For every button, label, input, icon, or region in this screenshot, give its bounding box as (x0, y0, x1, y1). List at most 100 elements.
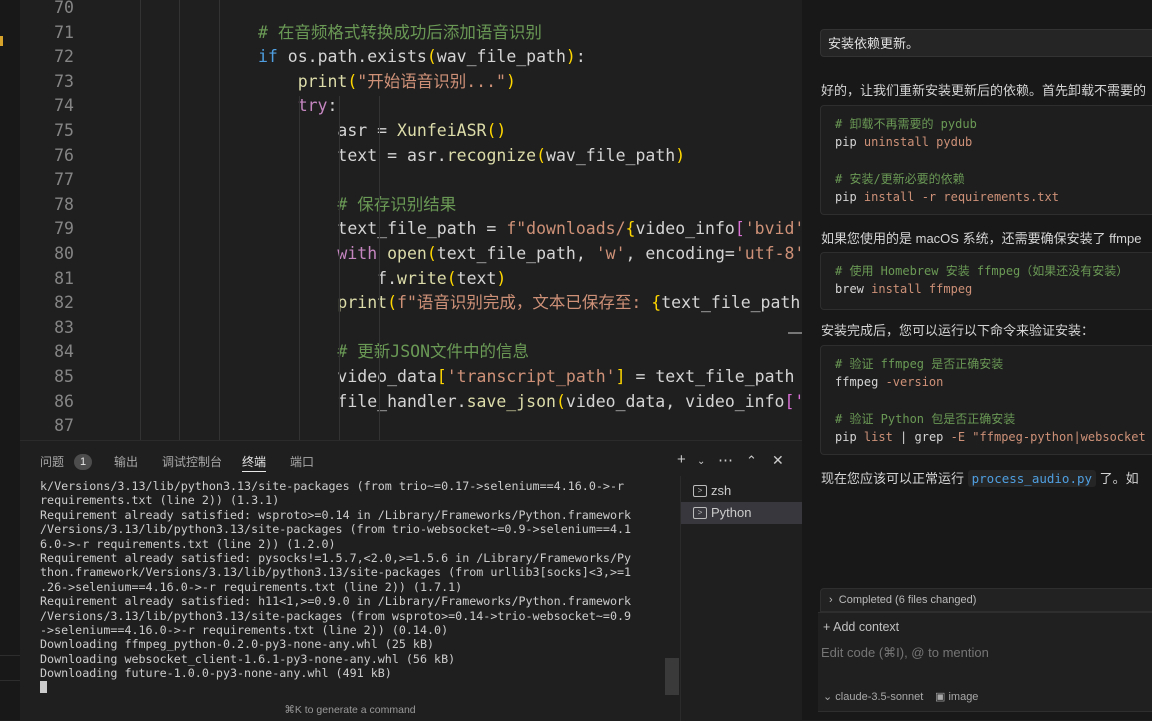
chevron-down-icon[interactable]: ⌄ (697, 456, 705, 467)
terminal-icon: > (693, 485, 707, 497)
panel-tab[interactable]: 终端 (242, 453, 266, 470)
code-token: 'bvid' (744, 219, 802, 239)
code-token: video_info (635, 219, 735, 239)
assistant-text: 安装完成后，您可以运行以下命令来验证安装： (821, 323, 1095, 338)
code-token: pip (835, 190, 864, 205)
code-token: # 验证 ffmpeg 是否正确安装 (835, 357, 1004, 371)
terminal-line: 6.0->-r requirements.txt (line 2)) (1.2.… (40, 536, 336, 551)
active-tab-indicator (242, 471, 266, 472)
code-block-line: # 使用 Homebrew 安装 ffmpeg（如果还没有安装） (835, 262, 1145, 280)
terminal-line: thon.framework/Versions/3.13/lib/python3… (40, 565, 632, 580)
code-token: ( (387, 293, 398, 313)
plus-icon[interactable]: + (677, 451, 686, 468)
scrollbar-marker[interactable] (788, 332, 802, 334)
code-token: pip (835, 135, 864, 150)
chevron-up-icon[interactable]: ⌃ (746, 453, 757, 469)
line-number: 82 (54, 293, 74, 313)
code-token: ( (446, 268, 457, 288)
line-number: 70 (54, 0, 74, 17)
divider (0, 655, 20, 656)
code-token: ) (675, 145, 686, 165)
code-token: { (625, 219, 636, 239)
pane-divider[interactable] (802, 0, 818, 720)
line-number: 83 (54, 317, 74, 337)
assistant-text-part: 现在您应该可以正常运行 (821, 471, 968, 486)
close-icon[interactable]: ✕ (772, 452, 784, 469)
code-token: if (257, 47, 278, 67)
code-token: # 使用 Homebrew 安装 ffmpeg（如果还没有安装） (835, 264, 1129, 278)
code-token: # 更新JSON文件中的信息 (337, 342, 530, 362)
image-icon: ▣ (935, 691, 946, 703)
panel-tab[interactable]: 调试控制台 (162, 453, 222, 470)
user-message[interactable]: 安装依赖更新。 (820, 29, 1152, 57)
code-token: f"语音识别完成，文本已保存至: (397, 293, 652, 313)
ellipsis-icon[interactable]: ⋯ (718, 451, 733, 469)
terminal-icon: > (693, 507, 707, 519)
terminal-label: Python (711, 505, 752, 520)
terminal-output[interactable]: k/Versions/3.13/lib/python3.13/site-pack… (40, 479, 670, 699)
code-token: list (863, 430, 893, 445)
line-number: 79 (54, 219, 74, 239)
indent-guide (379, 96, 380, 440)
line-number: 77 (54, 170, 74, 190)
code-block-line: brew install ffmpeg (835, 280, 1145, 298)
code-token: install -r requirements.txt (863, 190, 1059, 205)
terminal-line: /Versions/3.13/lib/python3.13/site-packa… (40, 522, 632, 537)
code-editor[interactable]: 70 71 # 在音频格式转换成功后添加语音识别 72 if os.path.exi… (20, 0, 802, 440)
code-token: wav_file_path (546, 145, 676, 165)
code-block-line (835, 392, 1145, 410)
chevron-right-icon: › (829, 594, 833, 606)
panel-tab[interactable]: 输出 (114, 453, 138, 470)
terminal-scrollbar[interactable] (665, 658, 679, 695)
line-number: 80 (54, 244, 74, 263)
code-token: print (297, 71, 348, 91)
chat-input[interactable] (821, 645, 1141, 660)
code-token: ) (496, 268, 507, 288)
indent-guide (140, 0, 141, 440)
code-block[interactable]: # 使用 Homebrew 安装 ffmpeg（如果还没有安装） brew ins… (820, 252, 1152, 310)
code-token: | (892, 430, 915, 445)
code-token: -E "ffmpeg-python|websocket (943, 430, 1146, 445)
terminal-line: Downloading future-1.0.0-py3-none-any.wh… (40, 666, 392, 681)
terminal-line: Requirement already satisfied: pysocks!=… (40, 551, 632, 566)
code-token: file_handler. (337, 391, 467, 411)
code-token: ( (536, 145, 547, 165)
image-label: image (948, 691, 979, 703)
line-number: 85 (54, 367, 74, 386)
code-token: with (337, 244, 378, 263)
code-token: # 验证 Python 包是否正确安装 (835, 411, 1016, 426)
code-token: ] (615, 367, 626, 386)
code-text: text_file_path = f"downloads/{video_info… (99, 217, 802, 242)
code-token: ( (555, 391, 566, 411)
panel-tab[interactable]: 端口 (290, 453, 314, 470)
code-token: wav_file_path (436, 47, 566, 67)
terminal-line: Requirement already satisfied: h11<1,>=0… (40, 594, 632, 609)
image-button[interactable]: ▣ image (935, 690, 978, 703)
code-token: try (297, 96, 328, 116)
add-context-button[interactable]: + Add context (823, 620, 899, 634)
terminal-line: /Versions/3.13/lib/python3.13/site-packa… (40, 608, 632, 623)
completed-summary[interactable]: › Completed (6 files changed) (820, 588, 1152, 612)
terminal-item-python[interactable]: > Python (681, 502, 803, 524)
panel-tab[interactable]: 问题 (40, 453, 64, 470)
bottom-panel: 问题 输出 调试控制台 终端 端口 1 + ⌄ ⋯ ⌃ ✕ k/Versions/3.1… (20, 440, 803, 721)
code-token: text_file_path = (337, 219, 507, 239)
code-token: "开始语音识别..." (357, 71, 506, 91)
terminal-line: Requirement already satisfied: wsproto>=… (40, 507, 632, 522)
indent-guide (299, 96, 300, 440)
terminal-item-zsh[interactable]: > zsh (681, 480, 803, 502)
code-text: # 保存识别结果 (99, 193, 456, 218)
code-block[interactable]: # 卸载不再需要的 pydub pip uninstall pydub # 安装/更… (820, 105, 1152, 215)
code-token: = text_file_path (625, 367, 795, 386)
code-token: f. (377, 268, 398, 288)
completed-label: Completed (6 files changed) (838, 594, 977, 606)
code-text: # 在音频格式转换成功后添加语音识别 (99, 21, 542, 46)
code-block[interactable]: # 验证 ffmpeg 是否正确安装 ffmpeg -version # 验证 Py… (820, 345, 1152, 455)
code-token: brew (835, 282, 872, 297)
line-number: 78 (54, 194, 74, 214)
code-token: 'utf-8' (734, 244, 802, 263)
terminal-prompt (40, 680, 670, 695)
code-block-line: pip uninstall pydub (835, 133, 1145, 151)
code-token: ( (426, 47, 437, 67)
model-selector[interactable]: ⌄ claude-3.5-sonnet (823, 690, 923, 703)
